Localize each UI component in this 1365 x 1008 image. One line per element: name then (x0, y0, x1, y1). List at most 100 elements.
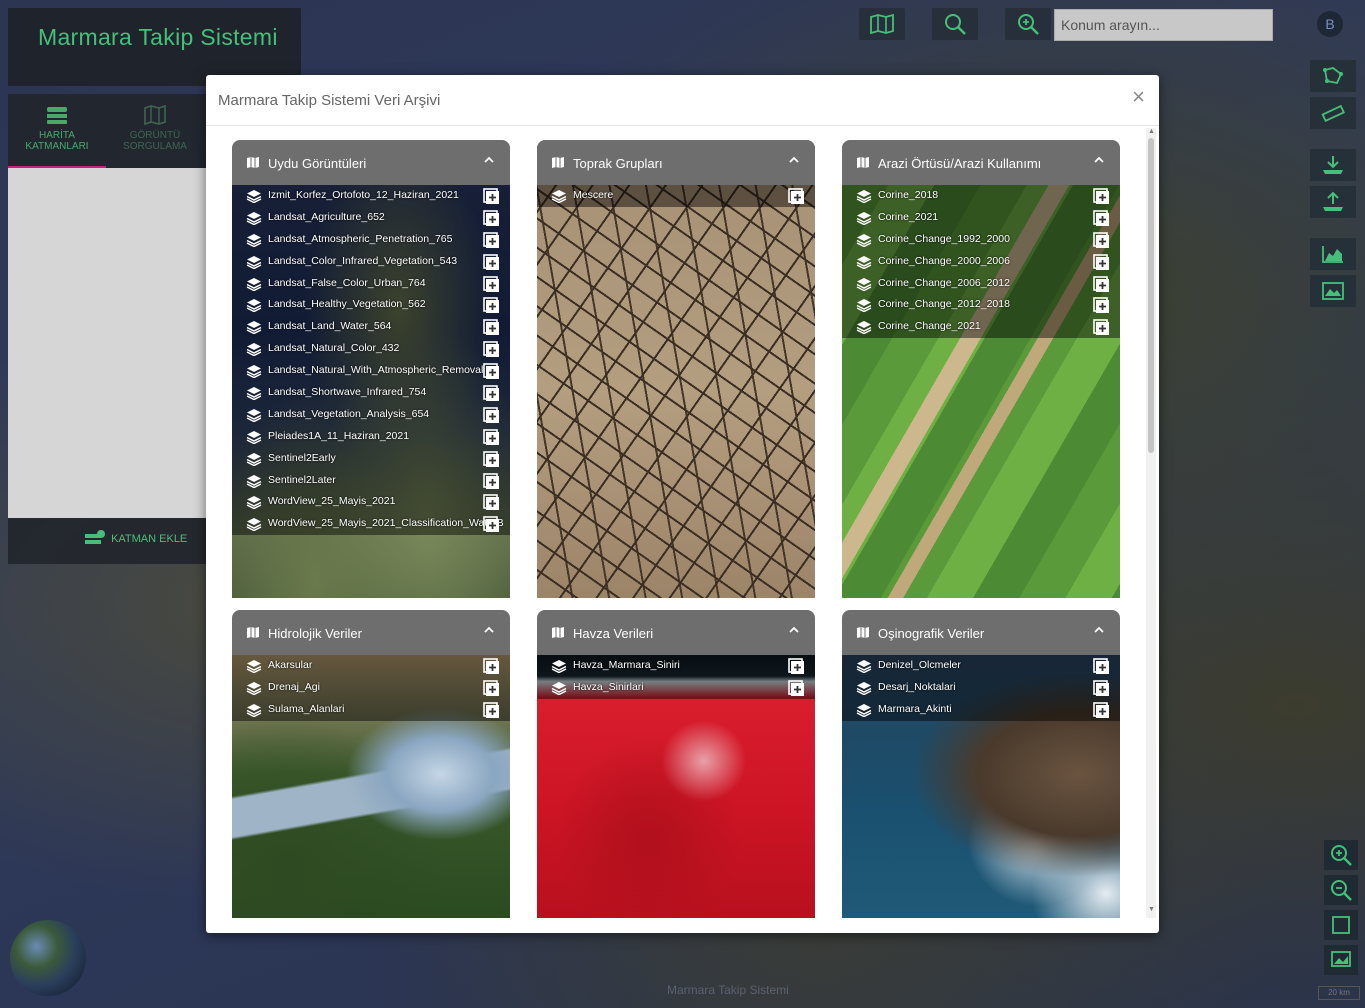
scroll-down-icon[interactable]: ▼ (1148, 906, 1155, 913)
add-layer-icon[interactable] (483, 450, 499, 467)
tab-goruntu-sorgulama[interactable]: GÖRÜNTÜ SORGULAMA (106, 94, 204, 166)
layer-item[interactable]: WordView_25_Mayis_2021 (232, 491, 510, 514)
layer-item[interactable]: Corine_Change_1992_2000 (842, 228, 1120, 251)
layer-item[interactable]: Drenaj_Agi (232, 676, 510, 699)
zoom-search-button[interactable] (932, 8, 978, 40)
layer-item[interactable]: Izmit_Korfez_Ortofoto_12_Haziran_2021 (232, 185, 510, 207)
zoom-out-button[interactable] (1324, 875, 1358, 905)
layer-item[interactable]: Corine_Change_2021 (842, 316, 1120, 339)
category-header[interactable]: Havza Verileri (537, 610, 815, 655)
layer-item[interactable]: Landsat_Vegetation_Analysis_654 (232, 403, 510, 426)
add-layer-icon[interactable] (1093, 253, 1109, 270)
layer-item[interactable]: Landsat_False_Color_Urban_764 (232, 272, 510, 295)
add-layer-icon[interactable] (483, 188, 499, 204)
layer-item[interactable]: WordView_25_Mayis_2021_Classification_Wa… (232, 513, 510, 536)
category-header[interactable]: Hidrolojik Veriler (232, 610, 510, 655)
layer-item[interactable]: Corine_Change_2000_2006 (842, 250, 1120, 273)
add-layer-icon[interactable] (1093, 231, 1109, 248)
chevron-up-icon[interactable] (787, 153, 801, 167)
add-layer-icon[interactable] (1093, 210, 1109, 226)
image-compare-button[interactable] (1310, 275, 1356, 307)
add-layer-icon[interactable] (483, 516, 499, 533)
layer-item[interactable]: Landsat_Natural_With_Atmospheric_Removal (232, 360, 510, 383)
add-layer-icon[interactable] (788, 188, 804, 204)
layer-item[interactable]: Landsat_Shortwave_Infrared_754 (232, 382, 510, 404)
scroll-up-icon[interactable]: ▲ (1148, 128, 1155, 135)
modal-scrollbar[interactable]: ▲ ▼ (1146, 128, 1156, 918)
add-layer-icon[interactable] (483, 494, 499, 511)
add-layer-icon[interactable] (1093, 680, 1109, 696)
layer-item[interactable]: Havza_Sinirlari (537, 676, 815, 699)
category-header[interactable]: Arazi Örtüsü/Arazi Kullanımı (842, 140, 1120, 185)
layer-item[interactable]: Landsat_Color_Infrared_Vegetation_543 (232, 250, 510, 273)
measure-button[interactable] (1310, 97, 1356, 129)
user-avatar[interactable]: B (1317, 11, 1343, 37)
layer-item[interactable]: Akarsular (232, 655, 510, 677)
category-header[interactable]: Toprak Grupları (537, 140, 815, 185)
basemap-button[interactable] (859, 8, 905, 40)
layer-item[interactable]: Sentinel2Early (232, 447, 510, 470)
add-layer-icon[interactable] (1093, 701, 1109, 718)
add-layer-icon[interactable] (483, 680, 499, 696)
add-layer-icon[interactable] (483, 428, 499, 445)
add-layer-icon[interactable] (483, 210, 499, 226)
category-header[interactable]: Oşinografik Veriler (842, 610, 1120, 655)
add-layer-icon[interactable] (483, 472, 499, 489)
chevron-up-icon[interactable] (482, 623, 496, 637)
add-layer-icon[interactable] (1093, 319, 1109, 336)
overview-globe[interactable] (10, 920, 86, 996)
layer-item[interactable]: Landsat_Healthy_Vegetation_562 (232, 294, 510, 317)
layer-item[interactable]: Landsat_Agriculture_652 (232, 206, 510, 229)
add-layer-icon[interactable] (483, 385, 499, 402)
layer-item[interactable]: Landsat_Land_Water_564 (232, 316, 510, 339)
layer-item[interactable]: Landsat_Natural_Color_432 (232, 338, 510, 361)
chevron-up-icon[interactable] (482, 153, 496, 167)
upload-button[interactable] (1310, 186, 1356, 218)
add-layer-icon[interactable] (483, 231, 499, 248)
add-layer-icon[interactable] (1093, 297, 1109, 314)
add-layer-icon[interactable] (483, 341, 499, 358)
add-layer-icon[interactable] (1093, 658, 1109, 674)
download-button[interactable] (1310, 149, 1356, 181)
layer-item[interactable]: Pleiades1A_11_Haziran_2021 (232, 425, 510, 448)
chart-button[interactable] (1310, 238, 1356, 270)
add-layer-icon[interactable] (483, 701, 499, 718)
layer-item[interactable]: Corine_Change_2006_2012 (842, 272, 1120, 295)
zoom-in-button[interactable] (1324, 840, 1358, 870)
close-button[interactable]: × (1132, 86, 1145, 108)
layer-item[interactable]: Denizel_Olcmeler (842, 655, 1120, 677)
scroll-thumb[interactable] (1148, 138, 1154, 453)
add-layer-icon[interactable] (483, 275, 499, 292)
basemap-switch-button[interactable] (1324, 945, 1358, 975)
add-layer-icon[interactable] (483, 297, 499, 314)
add-layer-icon[interactable] (483, 407, 499, 423)
layer-item[interactable]: Desarj_Noktalari (842, 676, 1120, 699)
category-header[interactable]: Uydu Görüntüleri (232, 140, 510, 185)
layer-item[interactable]: Mescere (537, 185, 815, 207)
add-layer-icon[interactable] (788, 680, 804, 696)
location-search-input[interactable] (1054, 9, 1273, 41)
add-layer-icon[interactable] (483, 319, 499, 336)
add-layer-button[interactable]: KATMAN EKLE (85, 530, 187, 548)
add-layer-icon[interactable] (483, 363, 499, 380)
layer-item[interactable]: Landsat_Atmospheric_Penetration_765 (232, 228, 510, 251)
add-layer-icon[interactable] (1093, 275, 1109, 292)
chevron-up-icon[interactable] (1092, 623, 1106, 637)
layer-item[interactable]: Corine_2018 (842, 185, 1120, 207)
add-layer-icon[interactable] (483, 253, 499, 270)
chevron-up-icon[interactable] (1092, 153, 1106, 167)
layer-item[interactable]: Havza_Marmara_Siniri (537, 655, 815, 677)
add-layer-icon[interactable] (1093, 188, 1109, 204)
draw-polygon-button[interactable] (1310, 60, 1356, 92)
location-search-button[interactable] (1005, 8, 1051, 40)
chevron-up-icon[interactable] (787, 623, 801, 637)
add-layer-icon[interactable] (788, 658, 804, 674)
layer-item[interactable]: Sentinel2Later (232, 469, 510, 492)
layer-item[interactable]: Corine_Change_2012_2018 (842, 294, 1120, 317)
tab-harita-katmanlari[interactable]: HARİTA KATMANLARI (8, 94, 106, 168)
layer-item[interactable]: Marmara_Akinti (842, 698, 1120, 721)
fullscreen-button[interactable] (1324, 910, 1358, 940)
layer-item[interactable]: Sulama_Alanlari (232, 698, 510, 721)
layer-item[interactable]: Corine_2021 (842, 206, 1120, 229)
add-layer-icon[interactable] (483, 658, 499, 674)
